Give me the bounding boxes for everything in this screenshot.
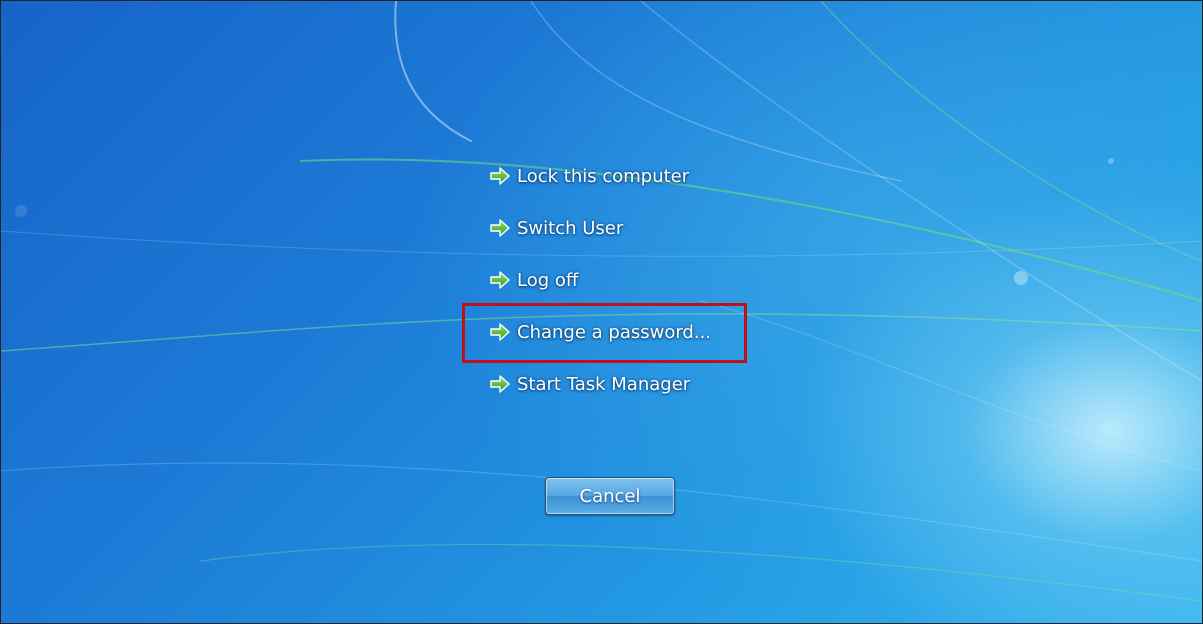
log-off-label: Log off (517, 269, 579, 291)
start-task-manager-option[interactable]: Start Task Manager (489, 369, 769, 399)
switch-user-label: Switch User (517, 217, 624, 239)
green-arrow-icon (490, 323, 510, 341)
change-password-label: Change a password... (517, 321, 712, 343)
log-off-option[interactable]: Log off (489, 265, 769, 295)
cancel-button[interactable]: Cancel (545, 477, 675, 515)
green-arrow-icon (490, 271, 510, 289)
switch-user-option[interactable]: Switch User (489, 213, 769, 243)
change-password-option[interactable]: Change a password... (489, 317, 769, 347)
lock-computer-option[interactable]: Lock this computer (489, 161, 769, 191)
green-arrow-icon (490, 375, 510, 393)
green-arrow-icon (490, 167, 510, 185)
green-arrow-icon (490, 219, 510, 237)
lock-computer-label: Lock this computer (517, 165, 690, 187)
windows-security-screen: Lock this computer Switch User Log off C… (0, 0, 1203, 624)
start-task-manager-label: Start Task Manager (517, 373, 691, 395)
security-options-menu: Lock this computer Switch User Log off C… (489, 161, 769, 421)
